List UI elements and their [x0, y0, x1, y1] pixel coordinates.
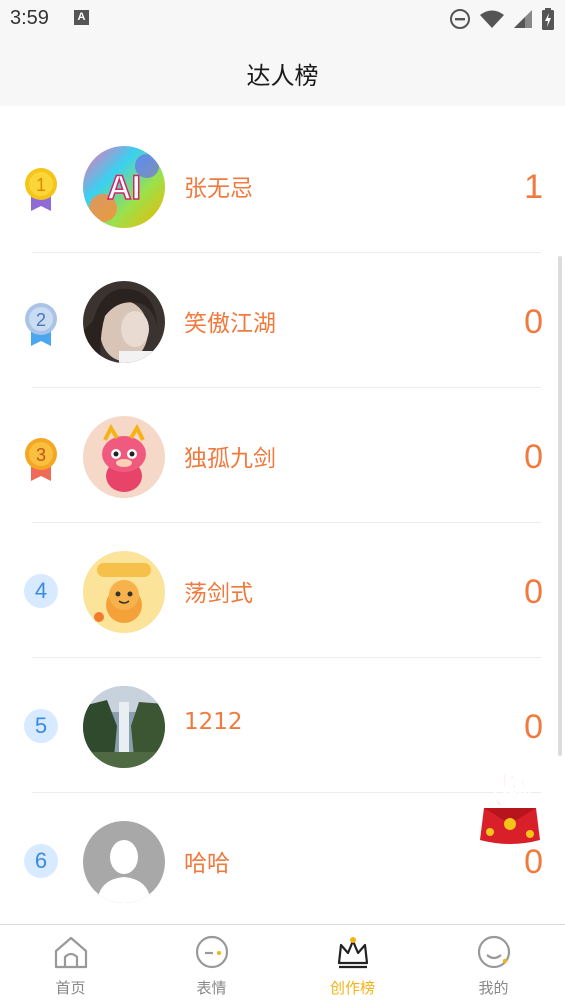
avatar[interactable]: [83, 686, 165, 768]
cartoon-dragon-avatar-image: [83, 551, 165, 633]
leaderboard-row[interactable]: 4 荡剑式 0: [0, 523, 565, 658]
leaderboard-row[interactable]: 3 独孤九剑 0: [0, 388, 565, 523]
red-packet-icon: 红包 大派送: [480, 771, 540, 844]
status-bar: 3:59 A: [0, 0, 565, 38]
tab-label: 创作榜: [329, 979, 375, 997]
scrollbar[interactable]: [558, 256, 562, 756]
user-name: 张无忌: [184, 176, 253, 202]
rank-number: 6: [24, 844, 58, 878]
tab-profile[interactable]: 我的: [423, 925, 564, 1004]
default-avatar-icon: [83, 821, 165, 903]
avatar[interactable]: [83, 551, 165, 633]
rank-number: 2: [36, 310, 46, 330]
status-icons: [449, 8, 555, 30]
smile-profile-icon: [477, 935, 511, 969]
avatar[interactable]: [83, 281, 165, 363]
wifi-icon: [480, 10, 504, 28]
tab-emoji[interactable]: 表情: [141, 925, 282, 1004]
ai-avatar-image: AI: [83, 146, 165, 228]
user-score: 0: [524, 303, 543, 341]
tab-label: 首页: [55, 979, 86, 997]
tab-home[interactable]: 首页: [0, 925, 141, 1004]
user-name: 笑傲江湖: [184, 311, 276, 337]
user-score: 0: [524, 438, 543, 476]
user-score: 1: [524, 168, 543, 206]
rank-number: 4: [24, 574, 58, 608]
leaderboard-row[interactable]: 2 笑傲江湖 0: [0, 253, 565, 388]
a-letter-icon: A: [74, 10, 89, 25]
red-packet-line1: 红包: [494, 771, 526, 790]
bottom-tab-bar: 首页 表情 创作榜 我的: [0, 924, 565, 1004]
do-not-disturb-icon: [450, 9, 470, 29]
user-name: 荡剑式: [184, 581, 253, 607]
crown-icon: [337, 937, 369, 969]
battery-charging-icon: [542, 8, 554, 30]
status-time: 3:59: [10, 7, 49, 29]
home-icon: [54, 936, 88, 969]
silver-medal-icon: 2: [25, 303, 57, 346]
dragon-avatar-image: [83, 416, 165, 498]
rank-number: 1: [36, 175, 46, 195]
avatar[interactable]: [83, 416, 165, 498]
page-title: 达人榜: [246, 62, 319, 90]
emoji-bubble-icon: [195, 935, 229, 969]
red-packet-button[interactable]: 红包 大派送: [476, 768, 544, 848]
tab-label: 表情: [196, 979, 227, 997]
bronze-medal-icon: 3: [25, 438, 57, 481]
red-packet-line2: 大派送: [487, 790, 533, 808]
user-name: 独孤九剑: [184, 446, 276, 472]
avatar[interactable]: AI: [83, 146, 165, 228]
user-score: 0: [524, 573, 543, 611]
user-name: 1212: [184, 709, 243, 735]
avatar[interactable]: [83, 821, 165, 903]
user-score: 0: [524, 843, 543, 881]
tab-label: 我的: [478, 979, 509, 997]
gold-medal-icon: 1: [25, 168, 57, 211]
rank-number: 5: [24, 709, 58, 743]
girl-photo-avatar-image: [83, 281, 165, 363]
user-score: 0: [524, 708, 543, 746]
user-name: 哈哈: [184, 851, 230, 877]
waterfall-avatar-image: [83, 686, 165, 768]
signal-icon: [514, 10, 532, 28]
title-bar: 达人榜: [0, 38, 565, 106]
svg-text:AI: AI: [107, 169, 141, 207]
rank-number: 3: [36, 445, 46, 465]
leaderboard-row[interactable]: 1 AI 张无忌 1: [0, 118, 565, 253]
tab-creation-ranking[interactable]: 创作榜: [282, 925, 423, 1004]
